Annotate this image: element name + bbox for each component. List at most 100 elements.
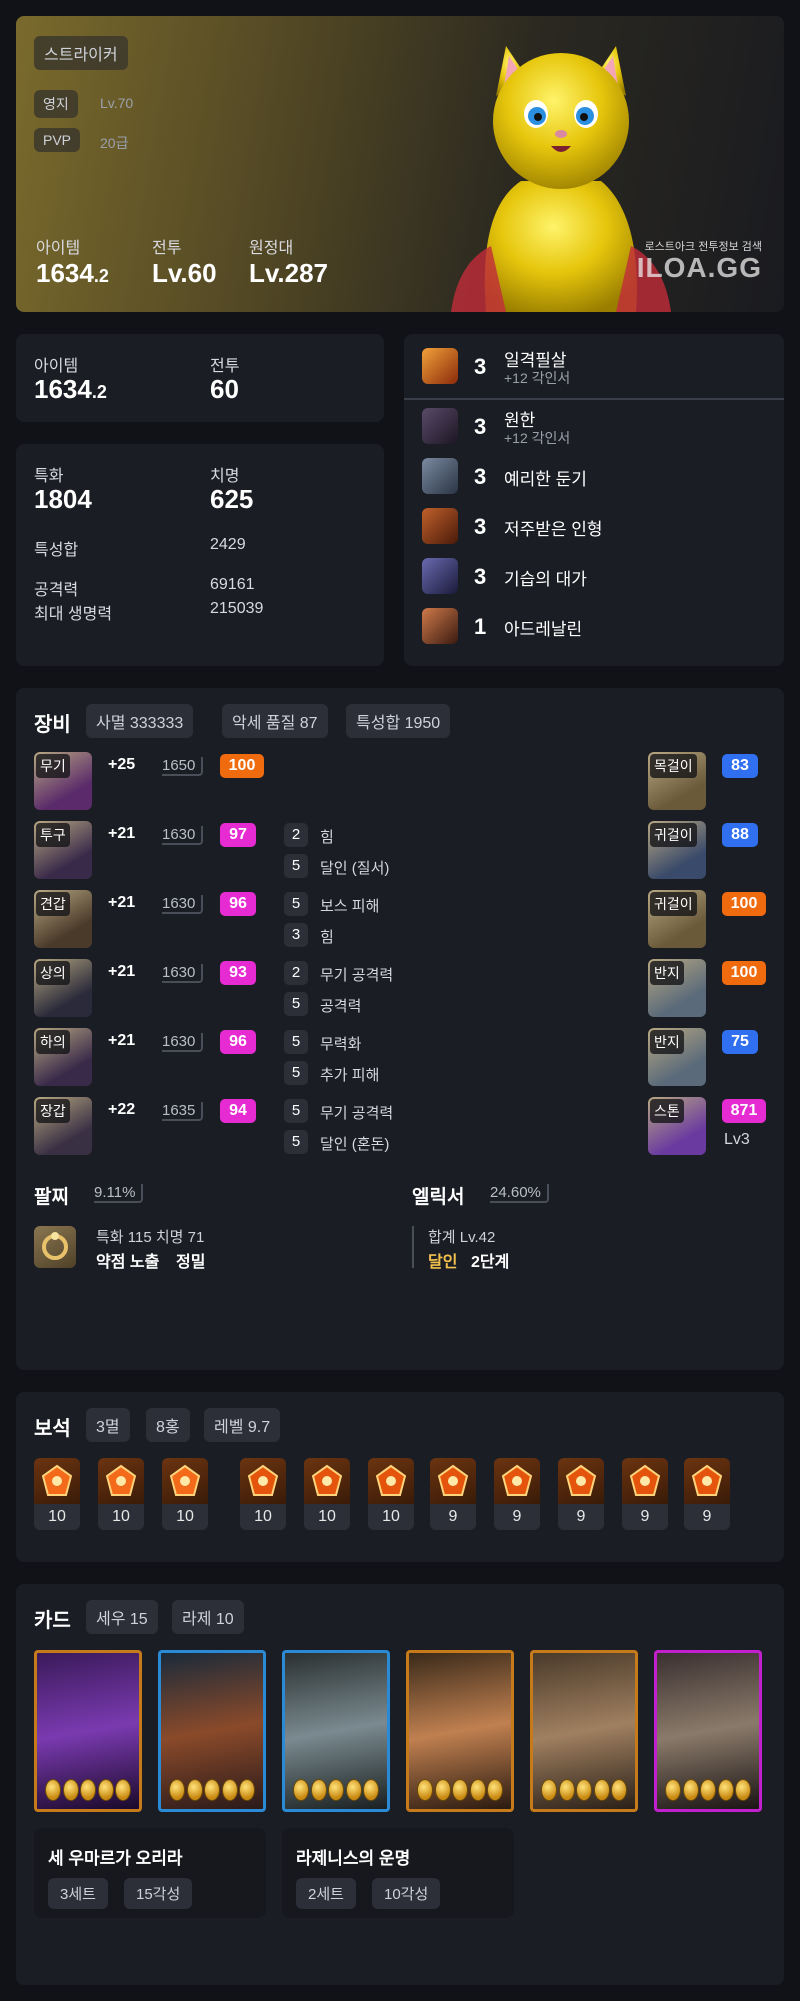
elixir-effect-name: 달인 <box>428 1254 458 1271</box>
annihilation-gem[interactable]: 10 <box>34 1458 80 1530</box>
awakening-coin-icon <box>434 1779 451 1801</box>
max-hp-label: 최대 생명력 <box>34 606 113 623</box>
quality-badge: 96 <box>220 1030 256 1054</box>
golem-card[interactable] <box>282 1650 390 1812</box>
cursed-doll-icon[interactable] <box>422 508 458 544</box>
slot-label: 반지 <box>650 961 684 985</box>
dragon-card[interactable] <box>34 1650 142 1812</box>
card-set-chip-2: 라제 10 <box>172 1600 244 1634</box>
bracelet-effect-2: 정밀 <box>176 1254 206 1271</box>
annihilation-gem[interactable]: 10 <box>98 1458 144 1530</box>
awakening-coin-icon <box>452 1779 468 1801</box>
awakening-coin-icon <box>717 1779 734 1801</box>
gem-level: 9 <box>494 1504 540 1530</box>
gem-level: 10 <box>162 1504 208 1530</box>
gem-icon <box>494 1458 540 1504</box>
awakening-coin-icon <box>541 1779 557 1801</box>
gem-level: 9 <box>622 1504 668 1530</box>
lady-card[interactable] <box>530 1650 638 1812</box>
equipment-slot-5[interactable]: 하의 <box>34 1028 92 1086</box>
crimson-gem[interactable]: 9 <box>622 1458 668 1530</box>
awakening-coin-icon <box>239 1779 255 1801</box>
awakening-coin-icon <box>469 1779 486 1801</box>
demon-icon[interactable] <box>422 408 458 444</box>
awakening-coin-icon <box>310 1779 327 1801</box>
awakening-coin-icon <box>417 1779 433 1801</box>
accessory-slot-4[interactable]: 반지 <box>648 959 706 1017</box>
quality-badge: 94 <box>220 1099 256 1123</box>
elixir-percent: 24.60% <box>490 1184 549 1203</box>
crimson-gem[interactable]: 10 <box>368 1458 414 1530</box>
gem-icon <box>558 1458 604 1504</box>
elixir-effect-stage: 2단계 <box>471 1254 510 1271</box>
dwarf-card[interactable] <box>406 1650 514 1812</box>
awakening-coin-icon <box>80 1779 96 1801</box>
wizard-card[interactable] <box>654 1650 762 1812</box>
bracelet-title: 팔찌 <box>34 1187 69 1208</box>
enhance-level: +21 <box>108 894 136 911</box>
awakening-coin-icon <box>293 1779 309 1801</box>
quality-badge: 88 <box>722 823 758 847</box>
awakening-coin-icon <box>97 1779 114 1801</box>
engraving-book: +12 각인서 <box>504 370 571 386</box>
crimson-gem[interactable]: 9 <box>684 1458 730 1530</box>
crimson-gem[interactable]: 9 <box>494 1458 540 1530</box>
engraving-effect: 무기 공격력 <box>320 1105 394 1122</box>
engraving-level: 1 <box>474 614 487 639</box>
awakening-coins <box>665 1779 751 1801</box>
slot-label: 목걸이 <box>650 754 697 778</box>
equipment-slot-4[interactable]: 상의 <box>34 959 92 1017</box>
card-set-chip-1: 세우 15 <box>86 1600 158 1634</box>
card-set-box-1: 세 우마르가 오리라 3세트 15각성 <box>34 1828 266 1918</box>
gems-panel: 보석 3멸 8홍 레벨 9.7 10 10 10 10 10 10 9 9 9 9 9 <box>16 1392 784 1562</box>
crimson-gem[interactable]: 10 <box>240 1458 286 1530</box>
stats-panel: 특화 1804 치명 625 특성합 2429 공격력 69161 최대 생명력… <box>16 444 384 666</box>
crimson-gem[interactable]: 9 <box>430 1458 476 1530</box>
accessory-slot-3[interactable]: 귀걸이 <box>648 890 706 948</box>
attack-value: 69161 <box>210 576 255 593</box>
gem-icon <box>368 1458 414 1504</box>
cards-panel: 카드 세우 15 라제 10 세 우마르가 오리라 3세트 15각성 라제니스의… <box>16 1584 784 1985</box>
engraving-points: 5 <box>284 854 308 878</box>
engraving-points: 5 <box>284 1030 308 1054</box>
crimson-gem[interactable]: 9 <box>558 1458 604 1530</box>
equipment-slot-1[interactable]: 무기 <box>34 752 92 810</box>
gem-level: 10 <box>240 1504 286 1530</box>
enhance-level: +22 <box>108 1101 136 1118</box>
gem-icon <box>98 1458 144 1504</box>
accessory-slot-6[interactable]: 스톤 <box>648 1097 706 1155</box>
max-hp-value: 215039 <box>210 600 264 617</box>
awakening-coin-icon <box>345 1779 362 1801</box>
item-level: 1630 <box>162 826 204 845</box>
assassin-card[interactable] <box>158 1650 266 1812</box>
ambush-icon[interactable] <box>422 558 458 594</box>
equipment-slot-3[interactable]: 견갑 <box>34 890 92 948</box>
engraving-effect: 달인 (혼돈) <box>320 1136 390 1153</box>
accessory-slot-2[interactable]: 귀걸이 <box>648 821 706 879</box>
engraving-level: 3 <box>474 354 487 379</box>
equipment-slot-2[interactable]: 투구 <box>34 821 92 879</box>
accessory-stat-chip: 특성합 1950 <box>346 704 451 738</box>
quality-badge: 100 <box>722 892 766 916</box>
engraving-divider <box>404 398 784 400</box>
gem-level-chip: 레벨 9.7 <box>204 1408 281 1442</box>
elixir-title: 엘릭서 <box>412 1187 465 1208</box>
adrenaline-icon[interactable] <box>422 608 458 644</box>
crimson-gem[interactable]: 10 <box>304 1458 350 1530</box>
slot-label: 장갑 <box>36 1099 70 1123</box>
awakening-coin-icon <box>45 1779 61 1801</box>
bracelet-icon[interactable] <box>34 1226 76 1268</box>
stone-level: Lv3 <box>724 1131 750 1148</box>
awakening-coin-icon <box>328 1779 344 1801</box>
slot-label: 귀걸이 <box>650 823 697 847</box>
accessory-slot-1[interactable]: 목걸이 <box>648 752 706 810</box>
blunt-weapon-icon[interactable] <box>422 458 458 494</box>
equipment-slot-6[interactable]: 장갑 <box>34 1097 92 1155</box>
gem-icon <box>304 1458 350 1504</box>
accessory-slot-5[interactable]: 반지 <box>648 1028 706 1086</box>
hero-combat-level: Lv.60 <box>152 258 217 288</box>
engraving-name: 아드레날린 <box>504 620 583 639</box>
annihilation-gem[interactable]: 10 <box>162 1458 208 1530</box>
gem-icon <box>430 1458 476 1504</box>
fist-fire-icon[interactable] <box>422 348 458 384</box>
